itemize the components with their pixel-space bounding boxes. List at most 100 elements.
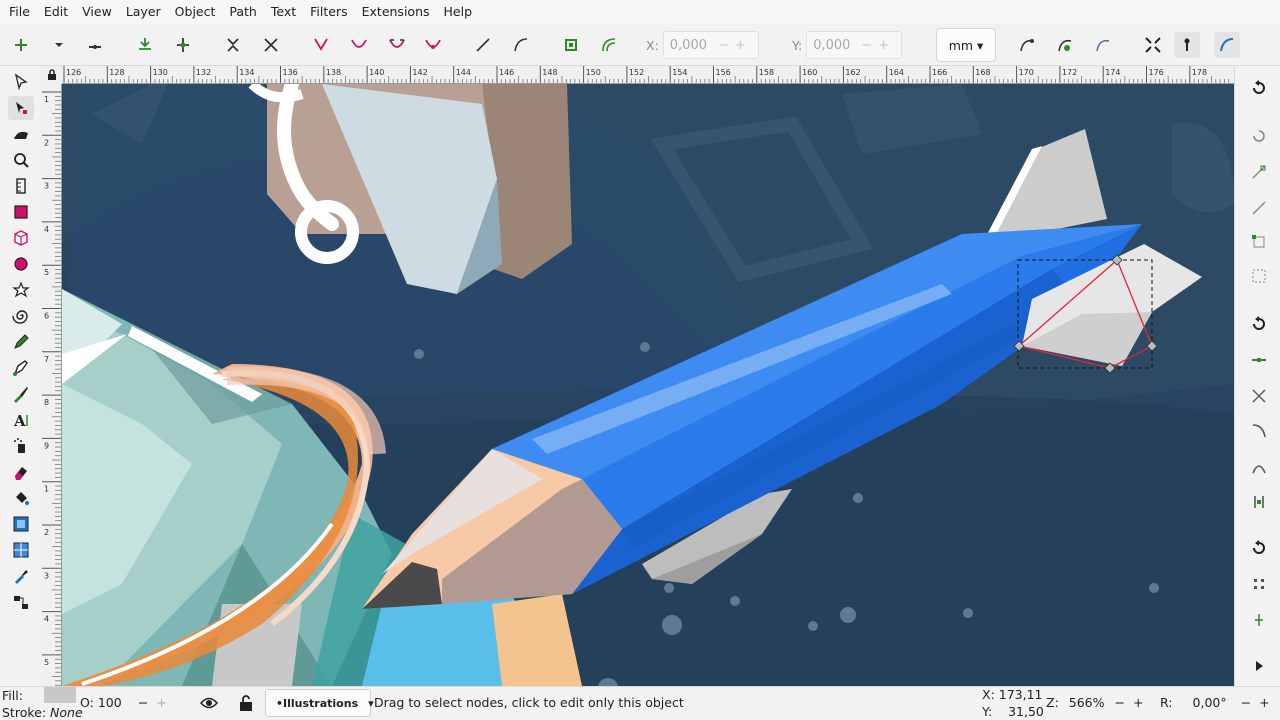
node-auto-smooth-icon[interactable] [420,32,446,58]
snap-bbox-corner-icon[interactable] [1247,230,1271,254]
calligraphy-tool-icon[interactable] [8,382,34,406]
canvas[interactable] [62,84,1234,686]
snap-midpoint-icon[interactable] [1247,490,1271,514]
snap-bbox-icon[interactable] [1247,160,1271,184]
snap-bbox-edge-icon[interactable] [1247,196,1271,220]
transform-handles-icon[interactable] [1140,32,1166,58]
spiral-tool-icon[interactable] [8,304,34,328]
fill-indicator[interactable]: Fill: [2,688,23,703]
paint-bucket-tool-icon[interactable] [8,486,34,510]
ruler-horizontal[interactable]: 126 128 130 132 134 136 138 140 142 144 146 148 150 1… [62,66,1234,84]
delete-segment-icon[interactable] [258,32,284,58]
snap-bbox-midpoint-icon[interactable] [1247,264,1271,288]
show-outline-icon[interactable] [1214,32,1240,58]
mask-edit-icon[interactable] [1090,32,1116,58]
x-label: X: [646,37,659,53]
ruler-tick-label: 168 [975,68,990,77]
snap-nodes-icon[interactable] [1247,312,1271,336]
clippath-edit-icon[interactable] [1052,32,1078,58]
expand-arrow-icon[interactable] [1247,654,1271,678]
snap-center-icon[interactable] [1247,572,1271,596]
snap-toggle-icon[interactable] [1247,124,1271,148]
opacity-increment-button[interactable]: + [156,695,166,710]
delete-node-icon[interactable] [82,32,108,58]
selector-tool-icon[interactable] [8,70,34,94]
menu-path[interactable]: Path [222,0,263,24]
x-input[interactable]: 0,000 −+ [662,31,759,59]
zoom-input[interactable]: 566% [1069,695,1105,710]
cursor-y-value: 31,50 [1008,704,1044,719]
star-tool-icon[interactable] [8,278,34,302]
layer-select[interactable]: •Illustrations ▾ [265,689,374,717]
menu-extensions[interactable]: Extensions [355,0,437,24]
layer-lock-icon[interactable] [238,694,254,712]
measure-tool-icon[interactable] [8,174,34,198]
ellipse-tool-icon[interactable] [8,252,34,276]
node-cusp-icon[interactable] [308,32,334,58]
show-handles-icon[interactable] [1174,32,1200,58]
snap-guide-icon[interactable] [1247,608,1271,632]
ruler-tick-label: 172 [1062,68,1077,77]
node-symmetric-icon[interactable] [384,32,410,58]
menu-layer[interactable]: Layer [119,0,168,24]
menu-edit[interactable]: Edit [37,0,75,24]
fill-swatch[interactable] [44,687,76,703]
zoom-in-button[interactable]: + [1133,695,1143,710]
menu-file[interactable]: File [2,0,37,24]
rotation-increment-button[interactable]: + [1259,695,1269,710]
text-tool-icon[interactable]: A [8,408,34,432]
ruler-tick-label: 140 [369,68,384,77]
menu-object[interactable]: Object [168,0,223,24]
insert-node-icon[interactable] [8,32,34,58]
illustration[interactable] [62,84,1234,686]
dropper-tool-icon[interactable] [8,564,34,588]
ruler-tick-label: 148 [542,68,557,77]
spray-tool-icon[interactable] [8,434,34,458]
opacity-decrement-button[interactable]: − [138,695,148,710]
ruler-tick-label: 4 [44,225,49,234]
segment-line-icon[interactable] [470,32,496,58]
next-path-effect-icon[interactable] [1014,32,1040,58]
zoom-out-button[interactable]: − [1115,695,1125,710]
insert-node-dropdown-icon[interactable] [46,32,72,58]
node-smooth-icon[interactable] [346,32,372,58]
zoom-tool-icon[interactable] [8,148,34,172]
stroke-label: Stroke: [2,705,47,720]
snap-intersection-icon[interactable] [1247,384,1271,408]
segment-curve-icon[interactable] [508,32,534,58]
break-path-icon[interactable] [170,32,196,58]
unit-select[interactable]: mm ▾ [936,28,996,62]
menu-filters[interactable]: Filters [303,0,354,24]
snap-smooth-icon[interactable] [1247,456,1271,480]
ruler-vertical[interactable]: 1 2 3 4 5 6 7 8 9 1 2 3 4 5 [42,84,62,686]
layer-visibility-eye-icon[interactable] [200,694,218,712]
connector-tool-icon[interactable] [8,590,34,614]
snap-path-icon[interactable] [1247,348,1271,372]
rotation-decrement-button[interactable]: − [1241,695,1251,710]
object-to-path-icon[interactable] [558,32,584,58]
stroke-to-path-icon[interactable] [596,32,622,58]
rotation-input[interactable]: 0,00° [1193,695,1227,710]
join-nodes-icon[interactable] [132,32,158,58]
pen-tool-icon[interactable] [8,356,34,380]
menu-help[interactable]: Help [437,0,480,24]
mesh-tool-icon[interactable] [8,538,34,562]
join-segment-icon[interactable] [220,32,246,58]
snap-others-icon[interactable] [1247,536,1271,560]
stroke-indicator[interactable]: Stroke: None [2,705,83,720]
gradient-tool-icon[interactable] [8,512,34,536]
eraser-tool-icon[interactable] [8,460,34,484]
tweak-tool-icon[interactable] [8,122,34,146]
3d-box-tool-icon[interactable] [8,226,34,250]
menu-text[interactable]: Text [264,0,303,24]
node-tool-icon[interactable] [8,96,34,120]
rectangle-tool-icon[interactable] [8,200,34,224]
pencil-tool-icon[interactable] [8,330,34,354]
ruler-corner-lock-icon[interactable] [42,66,62,84]
menu-view[interactable]: View [75,0,119,24]
y-input[interactable]: 0,000 −+ [806,31,903,59]
ruler-tick-label: 128 [109,68,124,77]
undo-history-icon[interactable] [1247,76,1271,100]
snap-cusp-icon[interactable] [1247,418,1271,442]
opacity-input[interactable]: 100 [98,695,134,710]
